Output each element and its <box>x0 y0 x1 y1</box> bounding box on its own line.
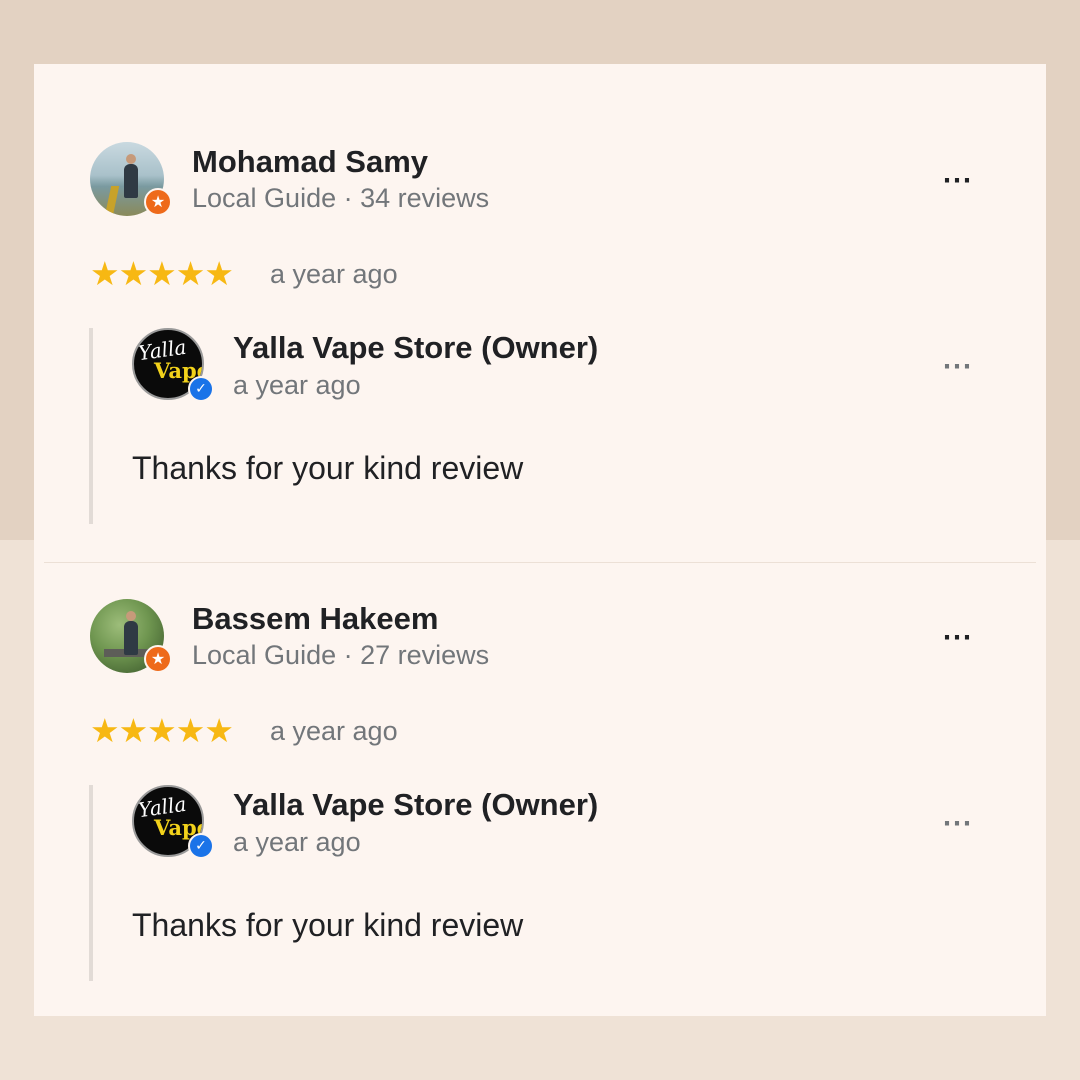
verified-check-icon: ✓ <box>188 376 214 402</box>
reviewer-meta: Local Guide · 34 reviews <box>192 183 490 213</box>
owner-reply-text: Thanks for your kind review <box>132 450 524 486</box>
local-guide-badge-icon: ★ <box>144 188 172 216</box>
verified-check-icon: ✓ <box>188 833 214 859</box>
avatar-photo-detail <box>126 154 136 164</box>
review-time: a year ago <box>270 259 398 289</box>
reviewer-name[interactable]: Bassem Hakeem <box>192 601 438 637</box>
avatar-photo-detail <box>126 611 136 621</box>
owner-reply-text: Thanks for your kind review <box>132 907 524 943</box>
avatar-photo-detail <box>124 164 138 198</box>
review-item: ★ Mohamad Samy Local Guide · 34 reviews … <box>34 64 1046 524</box>
reply-indent-bar <box>89 328 93 524</box>
owner-reply-time: a year ago <box>233 370 361 400</box>
star-rating: ★★★★★ <box>90 711 234 750</box>
more-options-icon[interactable]: ⋯ <box>942 623 972 653</box>
reviews-card: ★ Mohamad Samy Local Guide · 34 reviews … <box>34 64 1046 1016</box>
avatar-photo-detail <box>124 621 138 655</box>
avatar-photo-detail <box>104 186 120 216</box>
owner-name[interactable]: Yalla Vape Store (Owner) <box>233 787 598 823</box>
owner-reply-time: a year ago <box>233 827 361 857</box>
owner-more-options-icon[interactable]: ⋯ <box>942 809 972 839</box>
reviewer-meta: Local Guide · 27 reviews <box>192 640 490 670</box>
local-guide-badge-icon: ★ <box>144 645 172 673</box>
more-options-icon[interactable]: ⋯ <box>942 166 972 196</box>
owner-more-options-icon[interactable]: ⋯ <box>942 352 972 382</box>
reviewer-name[interactable]: Mohamad Samy <box>192 144 428 180</box>
owner-name[interactable]: Yalla Vape Store (Owner) <box>233 330 598 366</box>
star-rating: ★★★★★ <box>90 254 234 293</box>
review-time: a year ago <box>270 716 398 746</box>
review-item: ★ Bassem Hakeem Local Guide · 27 reviews… <box>34 521 1046 981</box>
reply-indent-bar <box>89 785 93 981</box>
